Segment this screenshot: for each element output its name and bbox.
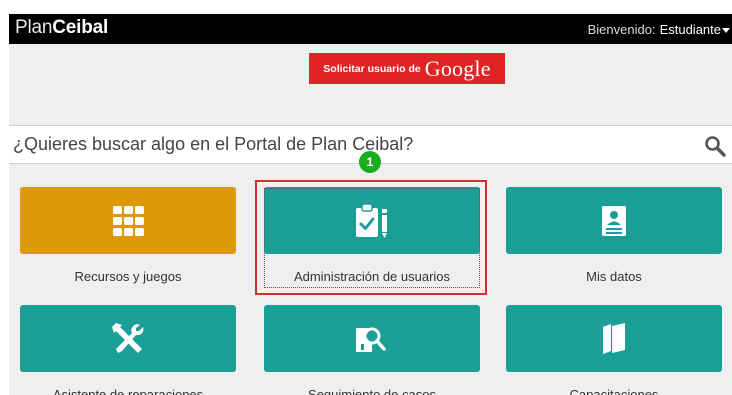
- tile-seguimiento-casos[interactable]: [264, 305, 480, 372]
- caret-down-icon: [722, 28, 730, 34]
- top-navbar: PlanCeibal Bienvenido: Estudiante: [9, 14, 732, 44]
- logo-text-plan: Plan: [15, 17, 53, 38]
- plan-ceibal-logo[interactable]: PlanCeibal: [15, 17, 108, 39]
- google-button-brand: Google: [424, 55, 491, 81]
- tile-label-capacitaciones: Capacitaciones: [569, 387, 659, 395]
- tile-recursos-y-juegos[interactable]: [20, 187, 236, 254]
- tile-label-recursos: Recursos y juegos: [74, 269, 182, 284]
- google-button-prefix: Solicitar usuario de: [323, 62, 421, 75]
- request-google-user-button[interactable]: Solicitar usuario de Google: [309, 53, 505, 84]
- tools-icon: [112, 322, 144, 353]
- search-icon[interactable]: [704, 135, 726, 157]
- logo-text-ceibal: Ceibal: [52, 17, 109, 38]
- user-menu-toggle[interactable]: Estudiante: [660, 22, 730, 37]
- tile-capacitaciones[interactable]: [506, 305, 722, 372]
- highlight-box: [255, 180, 487, 295]
- welcome-label: Bienvenido:: [587, 22, 656, 37]
- tile-mis-datos[interactable]: [506, 187, 722, 254]
- grid-icon: [113, 205, 144, 236]
- welcome-area: Bienvenido: Estudiante: [588, 22, 730, 37]
- portal-frame: PlanCeibal Bienvenido: Estudiante Solicit…: [9, 14, 732, 395]
- document-search-icon: [356, 327, 386, 352]
- tile-label-mis-datos: Mis datos: [586, 269, 642, 284]
- tile-asistente-reparaciones[interactable]: [20, 305, 236, 372]
- id-card-icon: [602, 205, 626, 236]
- tile-label-seguimiento: Seguimiento de casos: [308, 387, 436, 395]
- step-number-badge: 1: [359, 151, 381, 173]
- search-input[interactable]: [9, 126, 699, 163]
- user-name: Estudiante: [659, 22, 721, 37]
- books-icon: [603, 322, 625, 354]
- tile-label-reparaciones: Asistente de reparaciones: [52, 387, 204, 395]
